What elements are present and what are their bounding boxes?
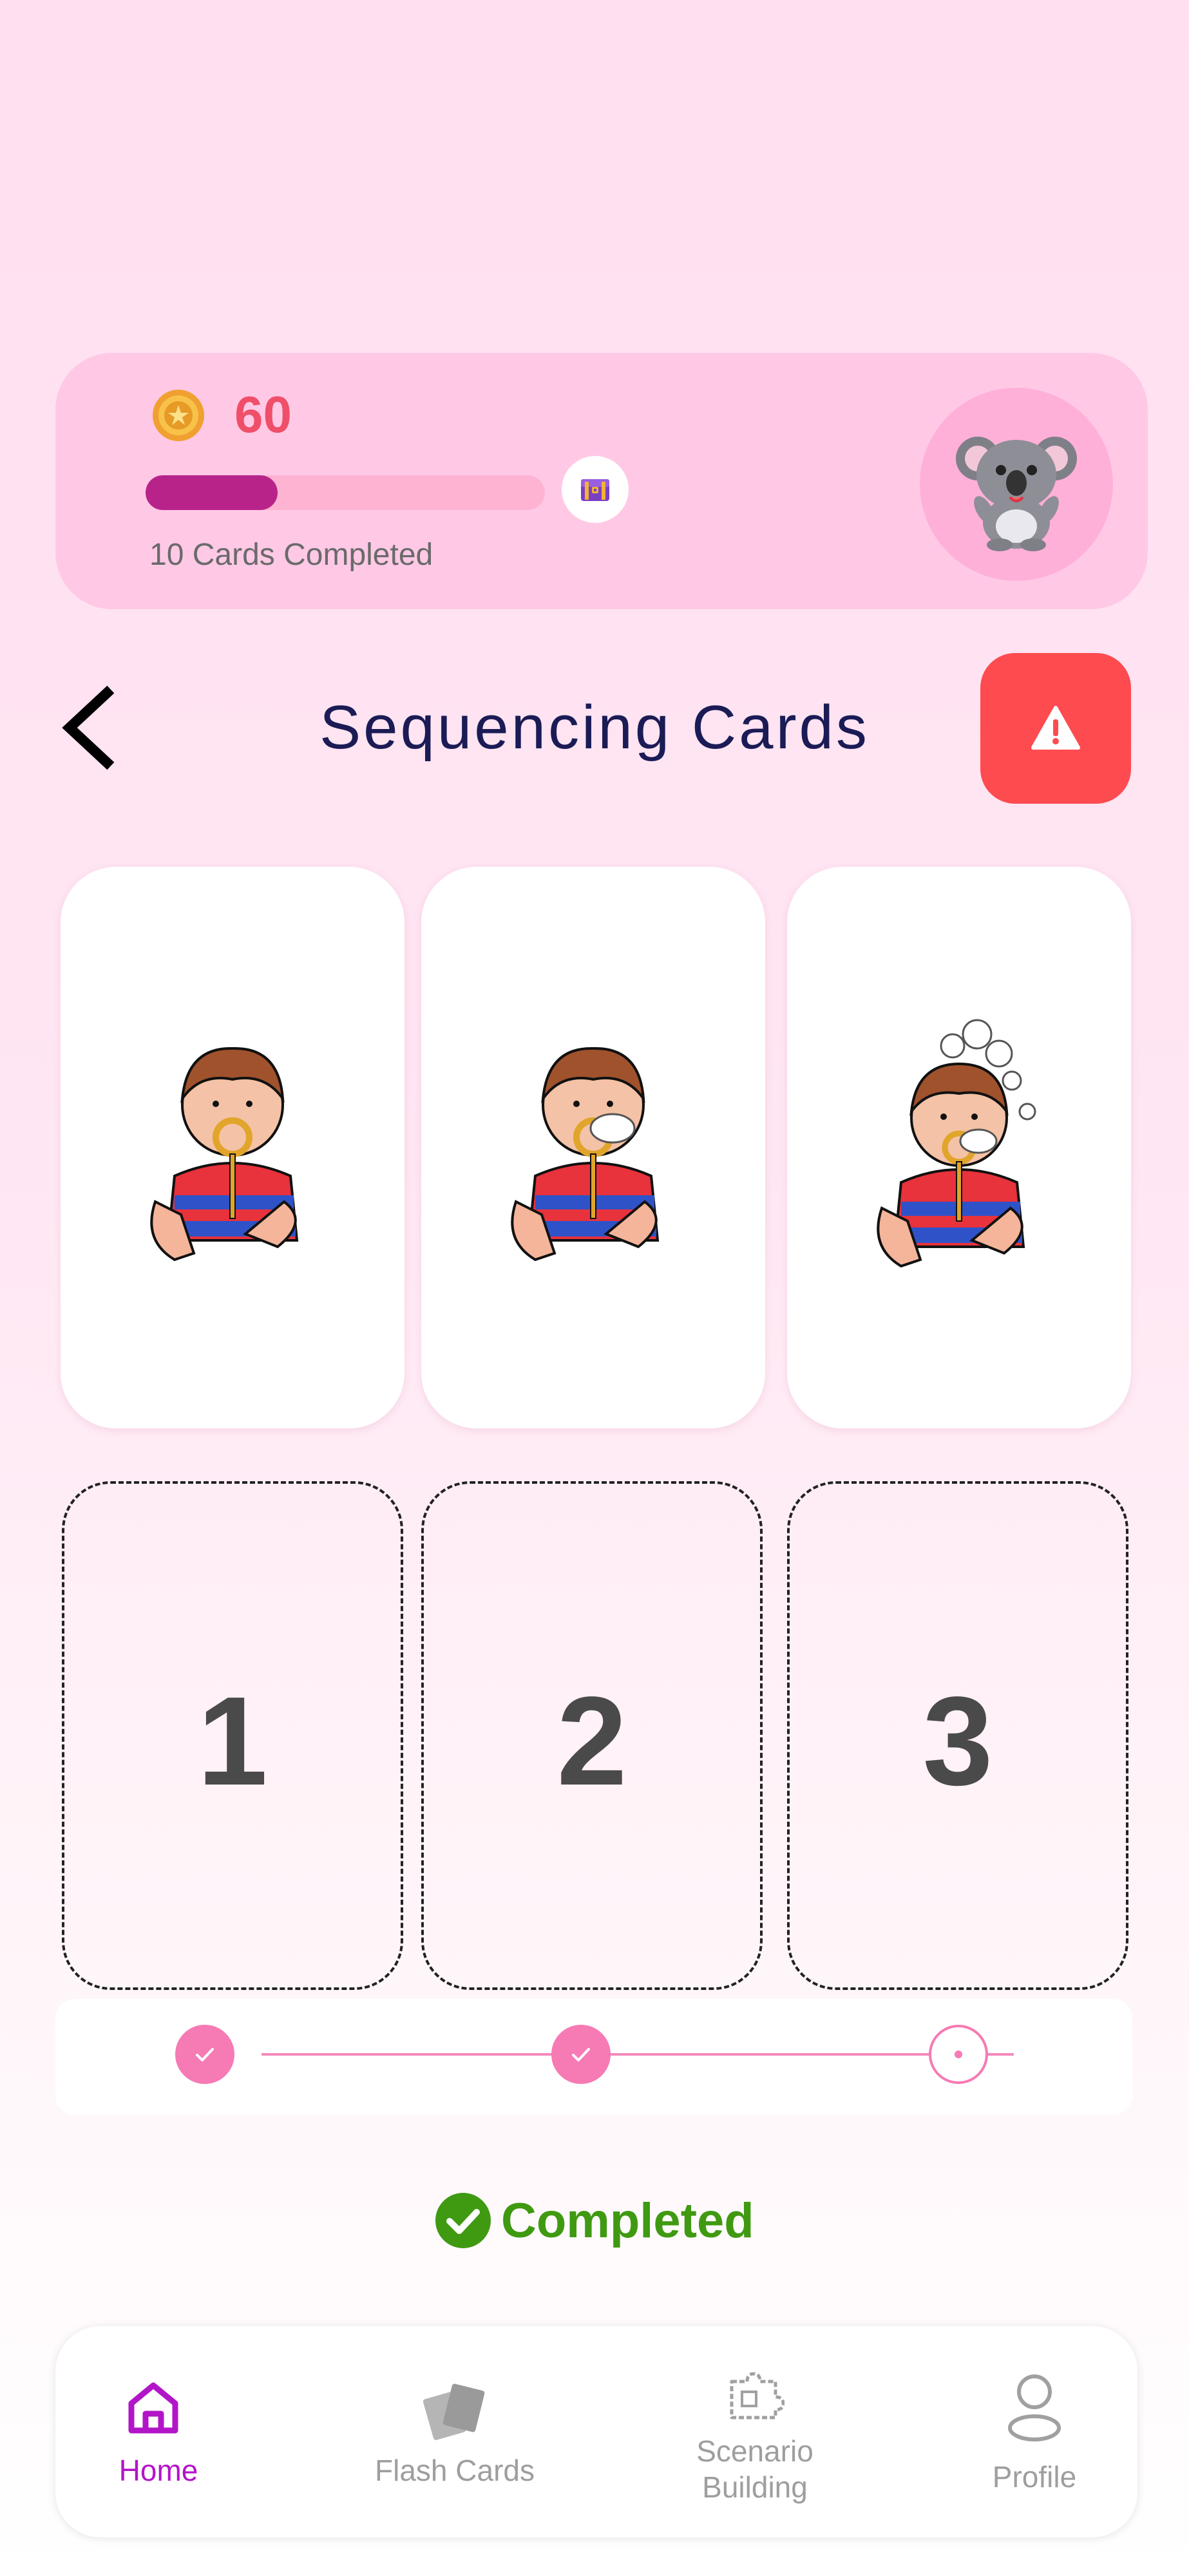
nav-profile-label: Profile: [992, 2460, 1077, 2494]
step-1-check-icon: [175, 2025, 234, 2084]
koala-icon: [956, 437, 1077, 551]
boy-blowing-bubble-icon: [511, 1046, 660, 1262]
completed-label: Completed: [501, 2193, 754, 2248]
nav-scenario-building[interactable]: Scenario Building: [652, 2326, 858, 2537]
nav-scenario-label-2: Building: [702, 2470, 808, 2504]
check-circle-icon: [435, 2193, 491, 2248]
nav-profile[interactable]: Profile: [931, 2326, 1137, 2537]
profile-icon: [1008, 2374, 1061, 2441]
treasure-chest-icon[interactable]: [562, 456, 629, 523]
nav-flash-cards-label: Flash Cards: [375, 2454, 535, 2487]
slot-number: 3: [922, 1671, 993, 1812]
nav-flash-cards[interactable]: Flash Cards: [352, 2326, 558, 2537]
step-3-current-dot-icon: [929, 2025, 988, 2084]
koala-avatar[interactable]: [920, 388, 1113, 581]
completed-status: Completed: [434, 2190, 754, 2251]
sequence-card-2[interactable]: [421, 867, 765, 1428]
nav-scenario-label-1: Scenario: [696, 2434, 813, 2468]
coin-count: 60: [234, 386, 292, 443]
warning-icon: [1031, 706, 1080, 750]
report-alert-button[interactable]: [980, 653, 1131, 804]
home-icon: [128, 2382, 178, 2434]
flash-cards-icon: [423, 2383, 485, 2440]
progress-header-card: 60 10 Cards Completed: [55, 353, 1148, 609]
sequence-card-1[interactable]: [61, 867, 404, 1428]
slot-number: 1: [197, 1671, 268, 1812]
drop-slot-2[interactable]: 2: [421, 1481, 763, 1990]
drop-slot-3[interactable]: 3: [787, 1481, 1128, 1990]
step-2-check-icon: [551, 2025, 611, 2084]
nav-home[interactable]: Home: [55, 2326, 262, 2537]
progress-fill: [146, 475, 278, 510]
bottom-navigation: Home Flash Cards Scenario Building Profi…: [55, 2326, 1137, 2537]
slot-number: 2: [556, 1671, 627, 1812]
cards-progress-bar: [146, 475, 545, 510]
step-indicator: [55, 1999, 1132, 2115]
drop-slot-1[interactable]: 1: [62, 1481, 403, 1990]
nav-home-label: Home: [119, 2454, 198, 2487]
boy-with-bubbles-icon: [877, 1019, 1036, 1268]
sequence-card-3[interactable]: [787, 867, 1131, 1428]
step-connector: [262, 2053, 1014, 2056]
puzzle-icon: [730, 2372, 785, 2420]
boy-holding-bubble-wand-icon: [150, 1046, 299, 1262]
cards-completed-label: 10 Cards Completed: [149, 538, 433, 572]
coin-icon: [151, 388, 206, 443]
